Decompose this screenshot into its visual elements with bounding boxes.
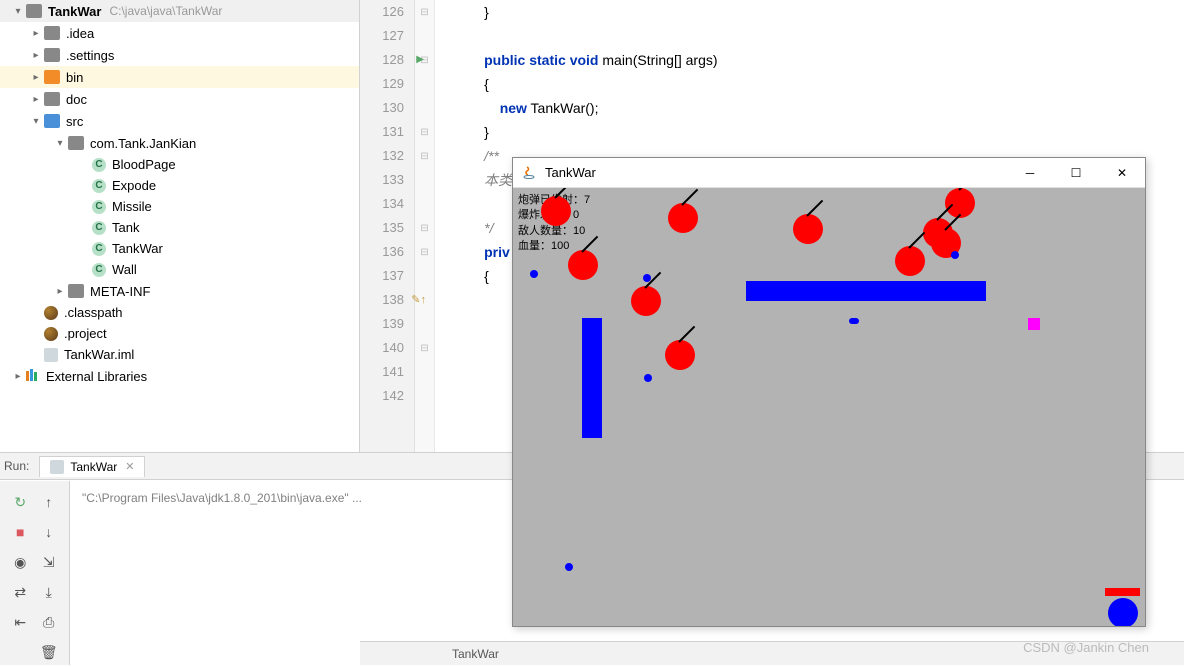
titlebar[interactable]: TankWar ─ ☐ ✕ [513,158,1145,188]
up-icon[interactable]: ↑ [38,491,60,513]
java-icon [521,165,537,181]
class-icon: C [92,263,106,277]
layout-icon[interactable]: ⤓ [38,581,60,603]
eclipse-icon [44,327,58,341]
module-icon [44,348,58,362]
bullet [849,318,859,324]
bullet [644,374,652,382]
export-icon[interactable]: ⇲ [38,551,60,573]
chevron-right-icon[interactable]: ▸ [10,368,26,384]
run-toolbar: ↻ ↑ ■ ↓ ◉ ⇲ ⇄ ⤓ ⇤ ⎙ 🗑 [0,481,70,665]
run-tab[interactable]: TankWar ✕ [39,456,145,477]
class-icon: C [92,242,106,256]
game-window[interactable]: TankWar ─ ☐ ✕ 炮弹已发射：7 爆炸发生：0 敌人数量：10 血量：… [512,157,1146,627]
blood-pack [1028,318,1040,330]
class-icon: C [92,158,106,172]
print-icon[interactable]: ⎙ [38,611,60,633]
trash-icon[interactable]: 🗑 [38,641,60,663]
close-icon[interactable]: ✕ [125,460,134,473]
rerun-icon[interactable]: ↻ [9,491,31,513]
chevron-down-icon[interactable]: ▾ [52,135,68,151]
folder-icon [44,70,60,84]
exit-icon[interactable]: ⇤ [9,611,31,633]
tree-item-class[interactable]: C Wall [0,259,359,280]
health-bar [1105,588,1140,596]
project-root[interactable]: ▾ TankWar C:\java\java\TankWar [0,0,359,22]
wall [746,281,986,301]
tree-item-src[interactable]: ▾ src [0,110,359,132]
minimize-button[interactable]: ─ [1007,158,1053,188]
chevron-down-icon[interactable]: ▾ [10,3,26,19]
package-icon [68,136,84,150]
bullet [565,563,573,571]
tree-item-file[interactable]: TankWar.iml [0,344,359,365]
editor-tab[interactable]: TankWar [440,645,511,663]
run-gutter-icon[interactable]: ▶ [416,48,424,72]
bullet [530,270,538,278]
tree-item-bin[interactable]: ▸ bin [0,66,359,88]
tree-item[interactable]: ▸ .idea [0,22,359,44]
chevron-down-icon[interactable]: ▾ [28,113,44,129]
close-button[interactable]: ✕ [1099,158,1145,188]
bullet [643,274,651,282]
bullet [951,251,959,259]
folder-icon [44,92,60,106]
run-config-icon [50,460,64,474]
chevron-right-icon[interactable]: ▸ [52,283,68,299]
tree-item-class[interactable]: C Expode [0,175,359,196]
class-icon: C [92,179,106,193]
blank [9,641,31,663]
class-icon: C [92,221,106,235]
settings-icon[interactable]: ⇄ [9,581,31,603]
enemy-tank [895,246,925,276]
chevron-right-icon[interactable]: ▸ [28,91,44,107]
chevron-right-icon[interactable]: ▸ [28,69,44,85]
chevron-right-icon[interactable]: ▸ [28,25,44,41]
tree-item-class[interactable]: C TankWar [0,238,359,259]
enemy-tank [541,196,571,226]
run-title: Run: [4,459,29,473]
enemy-tank [793,214,823,244]
enemy-tank [668,203,698,233]
game-canvas[interactable]: 炮弹已发射：7 爆炸发生：0 敌人数量：10 血量：100 [513,188,1145,626]
tree-item-class[interactable]: C Missile [0,196,359,217]
enemy-tank [568,250,598,280]
player-tank [1108,598,1138,626]
camera-icon[interactable]: ◉ [9,551,31,573]
chevron-right-icon[interactable]: ▸ [28,47,44,63]
watermark: CSDN @Jankin Chen [1023,640,1149,655]
folder-icon [26,4,42,18]
tree-item[interactable]: ▸ .settings [0,44,359,66]
stop-icon[interactable]: ■ [9,521,31,543]
tree-item-file[interactable]: .classpath [0,302,359,323]
folder-icon [44,48,60,62]
wall [582,318,602,438]
tree-item[interactable]: ▸ META-INF [0,280,359,302]
project-tree[interactable]: ▾ TankWar C:\java\java\TankWar ▸ .idea ▸… [0,0,360,452]
external-libraries[interactable]: ▸ External Libraries [0,365,359,387]
maximize-button[interactable]: ☐ [1053,158,1099,188]
tree-item[interactable]: ▸ doc [0,88,359,110]
enemy-tank [665,340,695,370]
tree-item-package[interactable]: ▾ com.Tank.JanKian [0,132,359,154]
gutter: 126 127 128▶ 129 130 131 132 133 134 135… [360,0,415,452]
folder-icon [44,114,60,128]
folder-icon [44,26,60,40]
down-icon[interactable]: ↓ [38,521,60,543]
tree-item-file[interactable]: .project [0,323,359,344]
class-icon: C [92,200,106,214]
eclipse-icon [44,306,58,320]
tree-item-class[interactable]: C Tank [0,217,359,238]
tree-item-class[interactable]: C BloodPage [0,154,359,175]
enemy-tank [631,286,661,316]
lib-icon [26,369,40,383]
edit-marker-icon: ✎↑ [411,288,426,312]
folder-icon [68,284,84,298]
